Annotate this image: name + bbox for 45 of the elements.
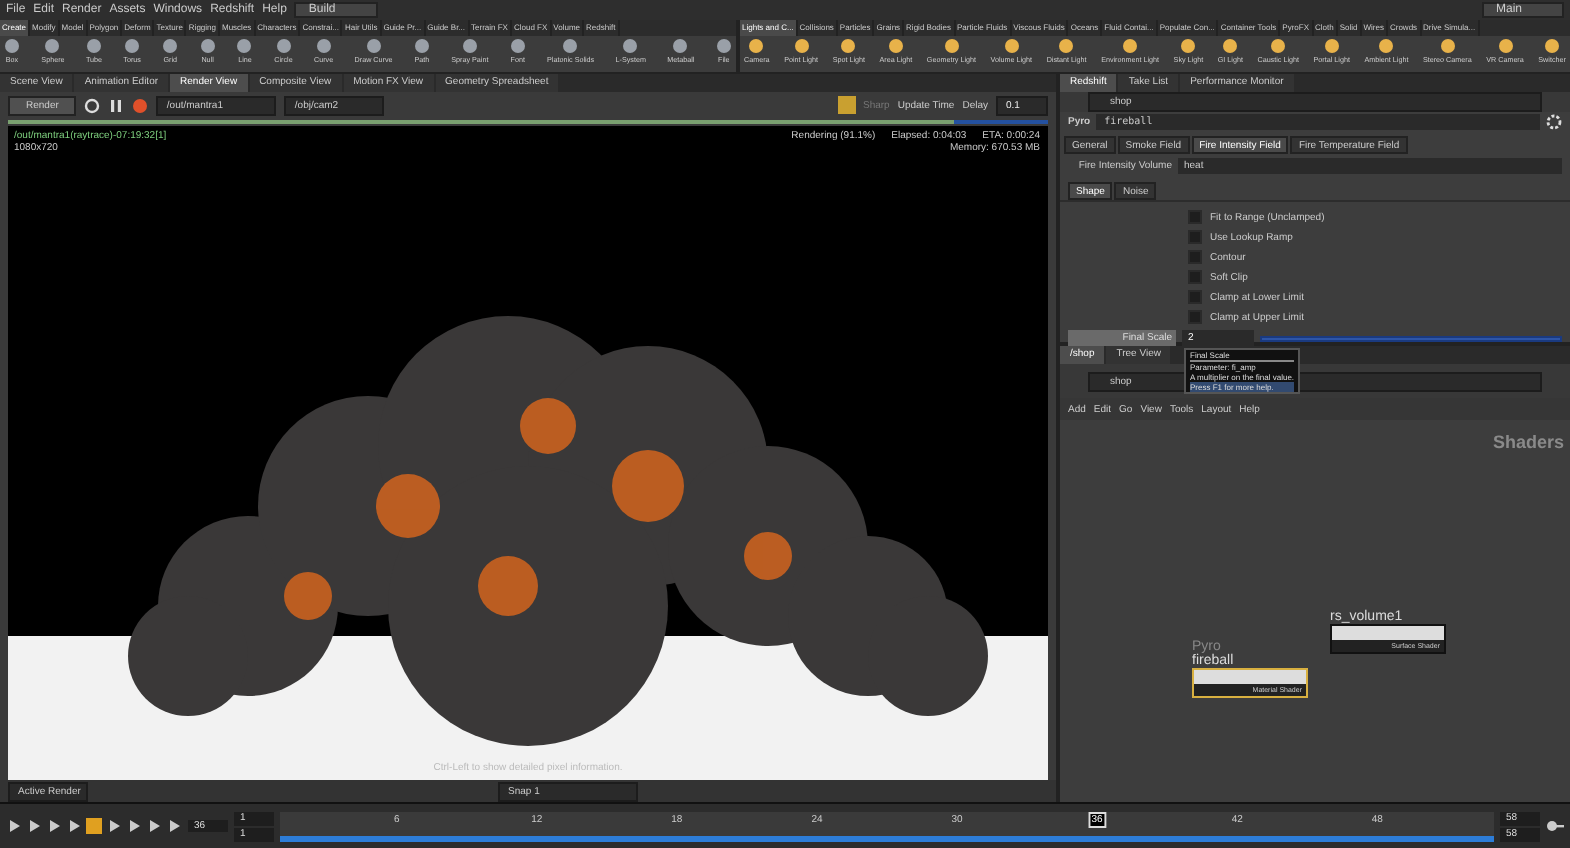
orb-icon[interactable] xyxy=(1270,37,1287,54)
orb-icon[interactable] xyxy=(1378,37,1395,54)
orb-icon[interactable] xyxy=(509,37,526,54)
orb-icon[interactable] xyxy=(162,37,179,54)
orb-icon[interactable] xyxy=(236,37,253,54)
orb-icon[interactable] xyxy=(1497,37,1513,54)
checkbox[interactable] xyxy=(1188,270,1202,284)
orb-icon[interactable] xyxy=(1222,37,1239,54)
orb-icon[interactable] xyxy=(943,37,960,54)
orb-icon[interactable] xyxy=(793,37,810,54)
orb-icon[interactable] xyxy=(672,37,689,54)
region-icon[interactable] xyxy=(837,96,855,114)
checkbox[interactable] xyxy=(1188,230,1202,244)
orb-icon[interactable] xyxy=(1003,37,1020,54)
orb-icon[interactable] xyxy=(315,37,332,54)
orb-icon[interactable] xyxy=(887,37,904,54)
orb-icon[interactable] xyxy=(1323,37,1340,54)
checkbox[interactable] xyxy=(1188,250,1202,264)
orb-icon[interactable] xyxy=(4,37,20,54)
orb-icon[interactable] xyxy=(413,37,430,54)
orb-icon[interactable] xyxy=(1122,37,1139,54)
orb-icon[interactable] xyxy=(275,37,292,54)
stop-icon[interactable] xyxy=(132,97,149,113)
orb-icon[interactable] xyxy=(1180,37,1197,54)
orb-icon[interactable] xyxy=(1439,37,1456,54)
orb-icon[interactable] xyxy=(365,37,382,54)
pause-icon[interactable] xyxy=(108,97,125,113)
orb-icon[interactable] xyxy=(562,37,579,54)
settings-icon[interactable] xyxy=(1546,114,1562,130)
orb-icon[interactable] xyxy=(461,37,478,54)
orb-icon[interactable] xyxy=(124,37,141,54)
orb-icon[interactable] xyxy=(85,37,102,54)
orb-icon[interactable] xyxy=(199,37,216,54)
orb-icon[interactable] xyxy=(840,37,857,54)
orb-icon[interactable] xyxy=(44,37,61,54)
orb-icon[interactable] xyxy=(1058,37,1075,54)
checkbox[interactable] xyxy=(1188,210,1202,224)
slider-track[interactable] xyxy=(1260,335,1562,341)
key-icon[interactable] xyxy=(1546,817,1564,835)
refresh-icon[interactable] xyxy=(84,97,101,113)
context-label: Shaders xyxy=(1492,432,1564,452)
orb-icon[interactable] xyxy=(1544,37,1561,54)
checkbox[interactable] xyxy=(1188,310,1202,324)
checkbox[interactable] xyxy=(1188,290,1202,304)
orb-icon[interactable] xyxy=(622,37,639,54)
